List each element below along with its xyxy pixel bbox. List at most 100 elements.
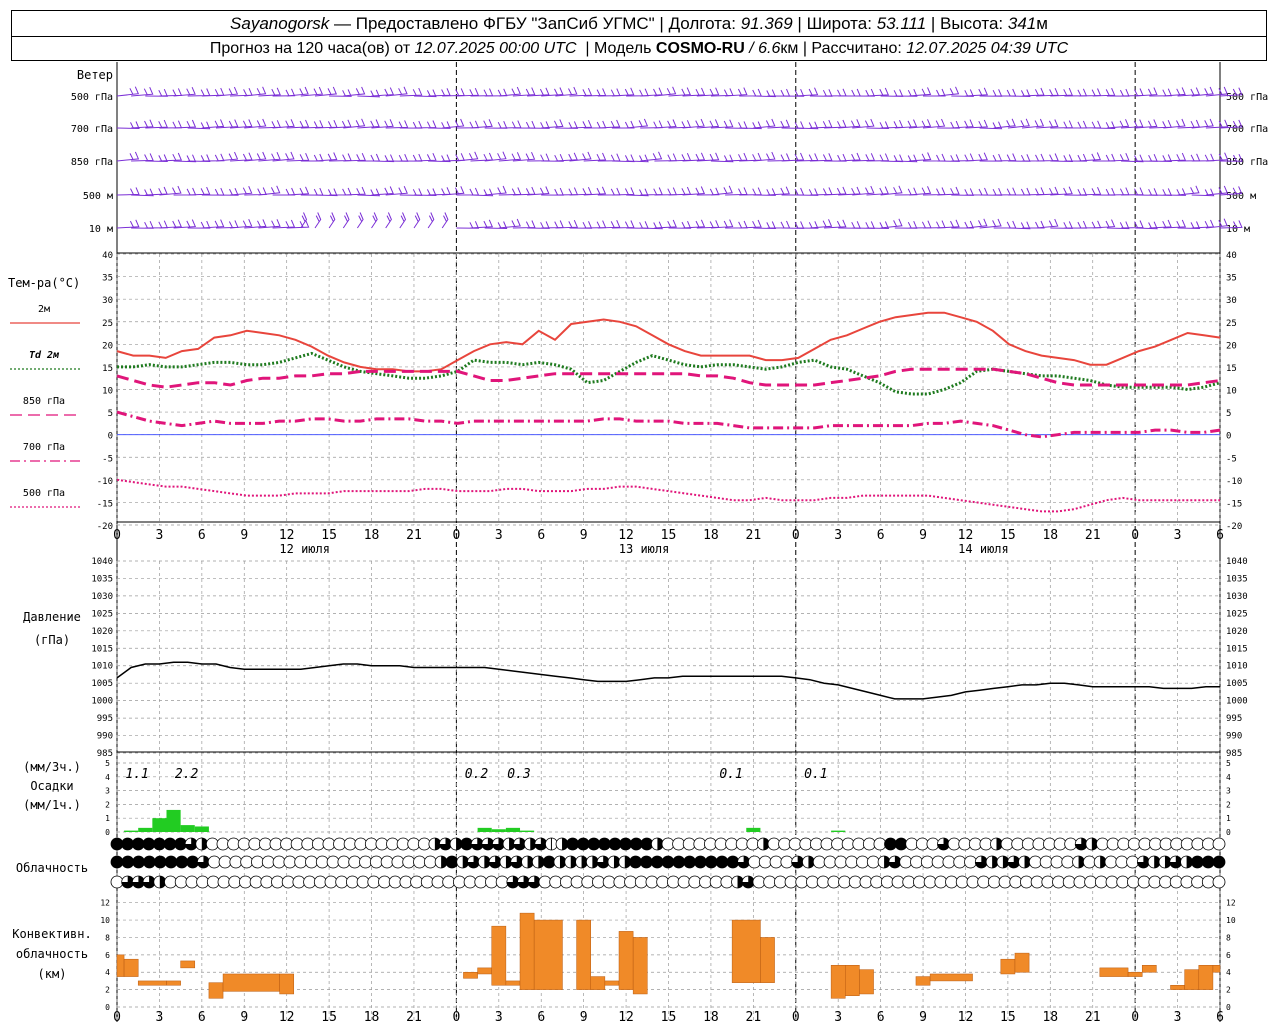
cloud-cover-symbol <box>228 875 242 889</box>
wind-barb <box>145 186 168 196</box>
cloud-cover-symbol <box>720 875 734 889</box>
temp-tick-right: -5 <box>1226 454 1237 464</box>
cloud-cover-symbol <box>661 855 675 869</box>
wind-barb <box>1078 187 1102 196</box>
wind-barb <box>272 119 295 129</box>
cloud-cover-symbol <box>758 855 772 869</box>
hour-tick-label: 6 <box>1216 528 1224 543</box>
bottom-hour-tick-label: 6 <box>877 1010 885 1024</box>
wind-barb <box>131 153 154 162</box>
wind-barb <box>852 88 876 97</box>
wind-barb <box>1106 119 1130 129</box>
pressure-tick-left: 1015 <box>91 644 113 654</box>
cloud-cover-symbol <box>709 875 723 889</box>
meteogram: Ветер 500 гПа 500 гПа 700 гПа 700 гПа 850 гПа… <box>8 62 1268 1024</box>
cloud-cover-symbol <box>445 855 459 869</box>
cloud-cover-symbol <box>845 855 859 869</box>
hour-tick-label: 21 <box>406 528 422 543</box>
bottom-hour-tick-label: 15 <box>1000 1010 1016 1024</box>
precip-unit-top: (мм/3ч.) <box>23 760 81 774</box>
pressure-tick-left: 1030 <box>91 592 113 602</box>
wind-barb <box>258 185 281 196</box>
cloud-cover-symbol <box>1009 875 1023 889</box>
hour-tick-label: 3 <box>156 528 164 543</box>
cloud-cover-symbol <box>942 855 956 869</box>
cloud-cover-symbol <box>1127 875 1140 889</box>
wind-barb <box>555 187 579 196</box>
wind-barb <box>1135 87 1158 97</box>
precip-bar <box>520 830 535 832</box>
cloud-cover-symbol <box>1191 875 1205 889</box>
wind-barb <box>654 219 677 229</box>
cloud-cover-symbol <box>452 875 466 889</box>
wind-barb <box>640 151 663 162</box>
wind-barb <box>1163 87 1186 97</box>
bottom-hour-tick-label: 12 <box>618 1010 634 1024</box>
temp-tick-left: -10 <box>97 477 113 487</box>
cloud-cover-symbol <box>249 875 263 889</box>
cloud-cover-symbol <box>1115 855 1129 869</box>
cloud-cover-symbol <box>1020 875 1033 889</box>
wind-barb <box>329 119 352 129</box>
cloud-cover-symbol <box>773 875 787 889</box>
conv-bar <box>505 980 521 986</box>
cloud-cover-symbol <box>955 875 969 889</box>
wind-barb <box>1064 153 1088 162</box>
cloud-cover-symbol <box>1062 875 1076 889</box>
cloud-cover-symbol <box>463 875 477 889</box>
bottom-hour-tick-label: 3 <box>1174 1010 1182 1024</box>
cloud-cover-symbol <box>153 855 167 869</box>
cloud-cover-symbol <box>272 855 286 869</box>
cloud-cover-symbol <box>683 855 697 869</box>
conv-bar <box>208 982 224 999</box>
temp-tick-left: 30 <box>102 296 113 306</box>
wind-barb <box>145 89 169 97</box>
wind-barb <box>527 186 550 196</box>
wind-barb <box>286 153 310 162</box>
hour-tick-label: 12 <box>958 528 974 543</box>
conv-bar <box>222 973 280 992</box>
wind-barb <box>385 212 392 229</box>
wind-barb <box>428 187 451 196</box>
precip-total-label: 2.2 <box>175 767 199 782</box>
wind-barb <box>993 187 1017 196</box>
cloud-cover-symbol <box>752 875 766 889</box>
cloud-cover-symbol <box>694 855 707 869</box>
temp-title: Тем-ра(°С) <box>8 276 80 290</box>
cloud-cover-symbol <box>1116 875 1130 889</box>
temp-tick-right: 5 <box>1226 409 1231 419</box>
wind-barb <box>371 87 395 97</box>
wind-barb <box>244 86 267 97</box>
conv-bar <box>618 931 634 990</box>
precip-total-label: 1.1 <box>125 767 148 782</box>
wind-barb <box>314 212 322 229</box>
cloud-cover-symbol <box>110 855 124 869</box>
hour-tick-label: 15 <box>321 528 337 543</box>
day-label: 12 июля <box>279 542 330 556</box>
wind-barb <box>824 88 847 97</box>
pressure-tick-right: 1020 <box>1226 627 1248 637</box>
cloud-cover-symbol <box>229 855 243 869</box>
conv-bar <box>576 919 591 990</box>
wind-level-label-right: 850 гПа <box>1226 157 1268 168</box>
cloud-cover-symbol <box>859 875 873 889</box>
bottom-hour-tick-label: 6 <box>198 1010 206 1024</box>
wind-barb <box>1149 219 1172 229</box>
hour-tick-label: 9 <box>919 528 927 543</box>
cloud-cover-symbol <box>613 875 627 889</box>
temp-tick-left: 10 <box>102 387 113 397</box>
wind-barb <box>993 153 1017 162</box>
hour-tick-label: 0 <box>1131 528 1139 543</box>
wind-barb <box>809 119 833 129</box>
cloud-cover-symbol <box>388 875 402 889</box>
cloud-cover-symbol <box>1052 875 1065 889</box>
cloud-cover-symbol <box>866 855 880 869</box>
wind-barb <box>824 186 847 196</box>
cloud-cover-symbol <box>891 875 905 889</box>
cloud-cover-symbol <box>1028 855 1042 869</box>
cloud-cover-symbol <box>335 875 349 889</box>
precip-tick-left: 0 <box>105 828 110 837</box>
conv-tick-left: 0 <box>105 1003 110 1012</box>
wind-barb <box>937 154 960 162</box>
wind-barb <box>342 212 350 229</box>
